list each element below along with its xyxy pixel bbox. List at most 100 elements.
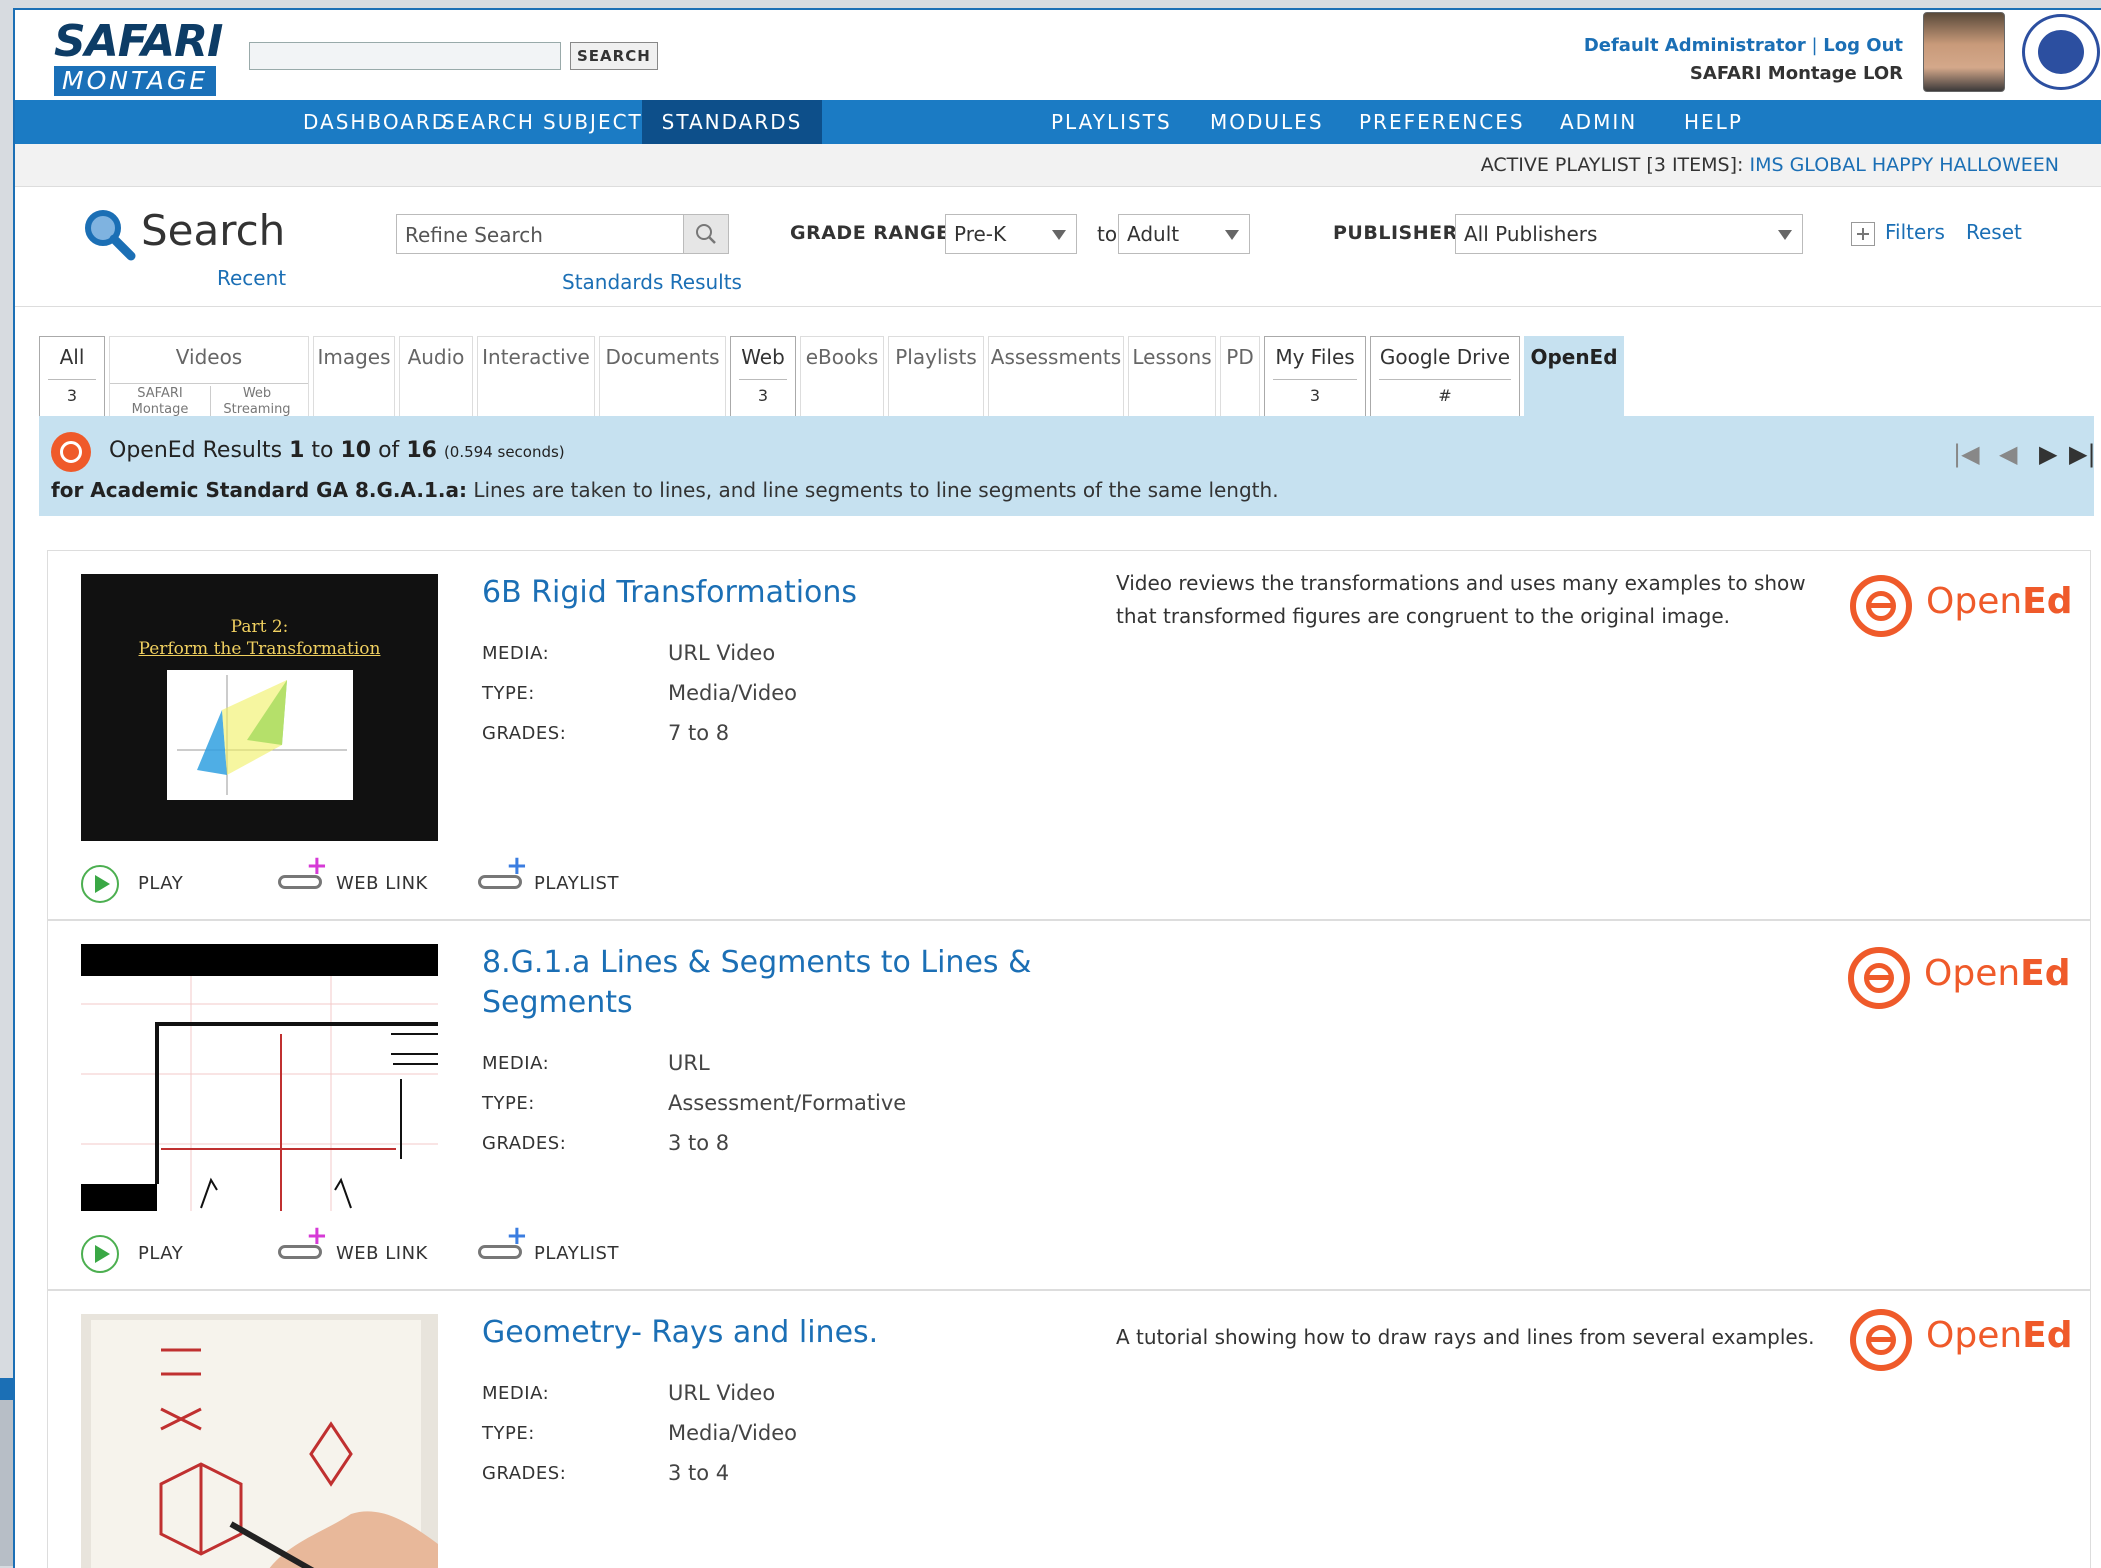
tab-google-drive[interactable]: Google Drive # (1370, 336, 1520, 416)
results-total: 16 (406, 438, 437, 463)
web-link-icon[interactable]: + (278, 1223, 328, 1265)
tab-videos-web-streaming[interactable]: Web Streaming (210, 386, 303, 418)
active-playlist-link[interactable]: IMS GLOBAL HAPPY HALLOWEEN (1749, 154, 2059, 176)
user-name-link[interactable]: Default Administrator (1584, 35, 1806, 56)
last-page-icon[interactable]: ▶| (2069, 440, 2096, 468)
playlist-button[interactable]: PLAYLIST (534, 1243, 619, 1264)
add-to-playlist-icon[interactable]: + (478, 853, 528, 895)
first-page-icon[interactable]: |◀ (1953, 440, 1980, 468)
media-value: URL (668, 1051, 710, 1075)
nav-admin[interactable]: ADMIN (1546, 100, 1651, 144)
tab-playlists-label: Playlists (895, 345, 977, 369)
tab-ebooks-label: eBooks (805, 345, 879, 369)
opened-logo-bold: Ed (2022, 1315, 2073, 1356)
tab-images[interactable]: Images (313, 336, 395, 416)
grades-label: GRADES: (482, 1463, 567, 1484)
safari-montage-logo[interactable]: SAFARI MONTAGE (54, 16, 223, 96)
tab-all[interactable]: All 3 (39, 336, 105, 416)
opened-ring-icon (1850, 575, 1912, 637)
grade-to-select[interactable]: Adult (1118, 214, 1250, 254)
drawing-tutorial-graphic (159, 1348, 438, 1568)
publisher-select[interactable]: All Publishers (1455, 214, 1803, 254)
opened-icon (51, 432, 91, 472)
filters-expand-icon[interactable] (1851, 222, 1875, 246)
prev-page-icon[interactable]: ◀ (1999, 440, 2017, 468)
grades-label: GRADES: (482, 1133, 567, 1154)
result-item: 8.G.1.a Lines & Segments to Lines & Segm… (47, 920, 2091, 1290)
play-button[interactable]: PLAY (138, 1243, 183, 1264)
media-value: URL Video (668, 641, 776, 665)
recent-link[interactable]: Recent (217, 266, 286, 290)
subtab-web-line1: Web (242, 386, 272, 401)
tab-interactive[interactable]: Interactive (477, 336, 595, 416)
result-thumbnail[interactable] (81, 944, 438, 1211)
tab-audio[interactable]: Audio (399, 336, 473, 416)
grade-from-select[interactable]: Pre-K (945, 214, 1077, 254)
chevron-down-icon (1225, 230, 1239, 240)
logo-wordmark-top: SAFARI (54, 16, 223, 67)
tab-my-files-count: 3 (1273, 379, 1357, 405)
tab-ebooks[interactable]: eBooks (800, 336, 884, 416)
grades-label: GRADES: (482, 723, 567, 744)
play-button[interactable]: PLAY (138, 873, 183, 894)
tab-web[interactable]: Web 3 (730, 336, 796, 416)
global-search-button[interactable]: SEARCH (570, 42, 658, 70)
refine-search-button[interactable] (683, 214, 729, 254)
tab-opened[interactable]: OpenEd (1524, 336, 1624, 416)
result-title-link[interactable]: 8.G.1.a Lines & Segments to Lines & Segm… (482, 943, 1031, 1023)
play-icon[interactable] (81, 865, 119, 903)
type-label: TYPE: (482, 1093, 535, 1114)
tab-videos-safari-montage[interactable]: SAFARI Montage (124, 386, 196, 418)
add-to-playlist-icon[interactable]: + (478, 1223, 528, 1265)
result-thumbnail[interactable] (81, 1314, 438, 1568)
tab-videos-label: Videos (175, 345, 243, 369)
play-icon[interactable] (81, 1235, 119, 1273)
grades-value: 3 to 4 (668, 1461, 730, 1485)
filters-link[interactable]: Filters (1885, 220, 1945, 244)
standard-text: Lines are taken to lines, and line segme… (473, 478, 1279, 502)
web-link-button[interactable]: WEB LINK (336, 1243, 428, 1264)
tab-playlists[interactable]: Playlists (888, 336, 984, 416)
thumbnail-caption-1: Part 2: (230, 617, 289, 637)
nav-help[interactable]: HELP (1670, 100, 1757, 144)
grade-to-value: Adult (1127, 222, 1180, 246)
web-link-button[interactable]: WEB LINK (336, 873, 428, 894)
type-label: TYPE: (482, 1423, 535, 1444)
logout-link[interactable]: Log Out (1823, 35, 1903, 56)
tab-lessons[interactable]: Lessons (1128, 336, 1216, 416)
nav-playlists[interactable]: PLAYLISTS (1037, 100, 1186, 144)
grades-value: 7 to 8 (668, 721, 730, 745)
result-title-link[interactable]: 6B Rigid Transformations (482, 573, 857, 613)
thumbnail-caption-2: Perform the Transformation (138, 639, 381, 659)
type-value: Media/Video (668, 1421, 797, 1445)
global-search-input[interactable] (249, 42, 561, 70)
nav-preferences[interactable]: PREFERENCES (1345, 100, 1539, 144)
tab-all-label: All (59, 345, 85, 369)
tab-documents[interactable]: Documents (599, 336, 726, 416)
result-thumbnail[interactable]: Part 2: Perform the Transformation (81, 574, 438, 841)
coordinate-grid-graphic (81, 976, 438, 1211)
subtab-safari-line1: SAFARI (137, 386, 183, 401)
tab-pd[interactable]: PD (1220, 336, 1260, 416)
opened-logo-bold: Ed (2022, 581, 2073, 622)
opened-logo: OpenEd (1850, 1305, 2073, 1375)
avatar[interactable] (1923, 12, 2005, 92)
playlist-button[interactable]: PLAYLIST (534, 873, 619, 894)
result-title-link[interactable]: Geometry- Rays and lines. (482, 1313, 878, 1353)
main-nav: DASHBOARD SEARCH SUBJECTS STANDARDS PLAY… (15, 100, 2101, 144)
tab-videos[interactable]: Videos SAFARI Montage Web Streaming (109, 336, 309, 418)
web-link-icon[interactable]: + (278, 853, 328, 895)
tab-google-drive-label: Google Drive (1379, 345, 1511, 369)
refine-search-input[interactable]: Refine Search (396, 214, 690, 254)
tab-interactive-label: Interactive (482, 345, 590, 369)
nav-modules[interactable]: MODULES (1196, 100, 1338, 144)
result-description: A tutorial showing how to draw rays and … (1116, 1321, 1814, 1354)
reset-link[interactable]: Reset (1966, 220, 2022, 244)
nav-standards[interactable]: STANDARDS (642, 100, 822, 144)
tab-assessments[interactable]: Assessments (988, 336, 1124, 416)
tab-my-files[interactable]: My Files 3 (1264, 336, 1366, 416)
tab-documents-label: Documents (605, 345, 720, 369)
next-page-icon[interactable]: ▶ (2039, 440, 2057, 468)
standards-results-link[interactable]: Standards Results (562, 270, 742, 294)
tab-audio-label: Audio (407, 345, 465, 369)
